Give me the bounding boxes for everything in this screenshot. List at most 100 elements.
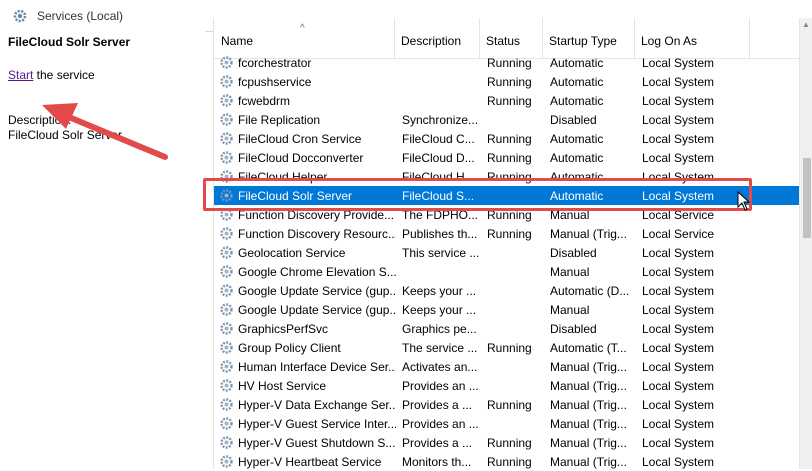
table-row[interactable]: FileCloud Docconverter FileCloud D... Runn… xyxy=(214,148,799,167)
service-name: Hyper-V Data Exchange Ser... xyxy=(238,398,396,412)
service-gear-icon xyxy=(220,360,233,373)
table-row[interactable]: Group Policy Client The service ... Runnin… xyxy=(214,338,799,357)
service-name: Google Chrome Elevation S... xyxy=(238,265,396,279)
service-status: Running xyxy=(487,151,532,165)
column-header-status[interactable]: Status xyxy=(479,18,543,58)
service-log-on-as: Local System xyxy=(642,398,715,412)
service-description: Provides a ... xyxy=(402,398,473,412)
service-startup-type: Automatic xyxy=(550,94,604,108)
service-name: fcpushservice xyxy=(238,75,312,89)
service-log-on-as: Local System xyxy=(642,265,715,279)
service-name: fcorchestrator xyxy=(238,56,312,70)
service-log-on-as: Local System xyxy=(642,436,715,450)
column-header-description[interactable]: Description xyxy=(394,18,480,58)
service-log-on-as: Local System xyxy=(642,360,715,374)
table-row[interactable]: Hyper-V Guest Shutdown S... Provides a ..… xyxy=(214,433,799,452)
service-log-on-as: Local System xyxy=(642,132,715,146)
table-row[interactable]: Google Update Service (gup... Keeps your … xyxy=(214,300,799,319)
service-startup-type: Automatic (T... xyxy=(550,341,627,355)
service-startup-type: Manual (Trig... xyxy=(550,360,627,374)
service-description: Keeps your ... xyxy=(402,303,477,317)
service-startup-type: Automatic xyxy=(550,151,604,165)
service-gear-icon xyxy=(220,398,233,411)
service-status: Running xyxy=(487,56,532,70)
service-gear-icon xyxy=(220,303,233,316)
start-service-link[interactable]: Start xyxy=(8,68,33,82)
service-gear-icon xyxy=(220,56,233,69)
service-log-on-as: Local System xyxy=(642,56,715,70)
service-gear-icon xyxy=(220,284,233,297)
column-name-label: Name xyxy=(221,34,254,48)
service-gear-icon xyxy=(220,436,233,449)
table-row[interactable]: GraphicsPerfSvc Graphics pe... Disabled Loc… xyxy=(214,319,799,338)
vertical-scrollbar[interactable]: ▲ xyxy=(799,18,812,469)
service-name: Google Update Service (gup... xyxy=(238,284,396,298)
services-list: ^ Name Description Status Startup Type L… xyxy=(213,18,812,469)
scroll-up-icon[interactable]: ▲ xyxy=(802,20,810,29)
service-description: Provides an ... xyxy=(402,379,479,393)
service-log-on-as: Local System xyxy=(642,113,715,127)
column-log-on-as-label: Log On As xyxy=(641,34,698,48)
table-row[interactable]: File Replication Synchronize... Disabled Lo… xyxy=(214,110,799,129)
service-description: FileCloud D... xyxy=(402,151,475,165)
column-description-label: Description xyxy=(401,34,462,48)
table-row[interactable]: Hyper-V Guest Service Inter... Provides a… xyxy=(214,414,799,433)
table-row[interactable]: fcwebdrm Running Automatic Local System xyxy=(214,91,799,110)
service-gear-icon xyxy=(220,132,233,145)
table-row[interactable]: Geolocation Service This service ... Disab… xyxy=(214,243,799,262)
service-log-on-as: Local System xyxy=(642,322,715,336)
table-row[interactable]: fcorchestrator Running Automatic Local Syst… xyxy=(214,53,799,72)
service-startup-type: Automatic xyxy=(550,56,604,70)
service-startup-type: Automatic xyxy=(550,75,604,89)
service-log-on-as: Local System xyxy=(642,341,715,355)
service-startup-type: Manual (Trig... xyxy=(550,455,627,469)
service-gear-icon xyxy=(220,113,233,126)
service-name: Geolocation Service xyxy=(238,246,346,260)
table-row[interactable]: Function Discovery Resourc... Publishes t… xyxy=(214,224,799,243)
service-startup-type: Manual (Trig... xyxy=(550,227,627,241)
service-startup-type: Disabled xyxy=(550,246,597,260)
service-name: Human Interface Device Ser... xyxy=(238,360,396,374)
service-gear-icon xyxy=(220,265,233,278)
service-description: This service ... xyxy=(402,246,480,260)
service-description: Publishes th... xyxy=(402,227,478,241)
service-status: Running xyxy=(487,436,532,450)
table-row[interactable]: Human Interface Device Ser... Activates a… xyxy=(214,357,799,376)
service-log-on-as: Local System xyxy=(642,151,715,165)
scrollbar-thumb[interactable] xyxy=(803,158,811,238)
service-status: Running xyxy=(487,75,532,89)
table-row[interactable]: HV Host Service Provides an ... Manual (Tr… xyxy=(214,376,799,395)
table-row[interactable]: Hyper-V Heartbeat Service Monitors th... R… xyxy=(214,452,799,471)
column-header-startup-type[interactable]: Startup Type xyxy=(542,18,635,58)
service-name: Function Discovery Resourc... xyxy=(238,227,396,241)
service-startup-type: Manual (Trig... xyxy=(550,417,627,431)
table-row[interactable]: Hyper-V Data Exchange Ser... Provides a .… xyxy=(214,395,799,414)
service-description: Provides an ... xyxy=(402,417,479,431)
table-row[interactable]: FileCloud Cron Service FileCloud C... Runn… xyxy=(214,129,799,148)
service-name: Hyper-V Heartbeat Service xyxy=(238,455,382,469)
service-name: FileCloud Docconverter xyxy=(238,151,364,165)
mouse-cursor-icon xyxy=(737,191,751,211)
service-log-on-as: Local System xyxy=(642,284,715,298)
table-row[interactable]: Google Update Service (gup... Keeps your … xyxy=(214,281,799,300)
window-title: Services (Local) xyxy=(37,9,124,23)
start-action-suffix: the service xyxy=(33,68,95,82)
service-gear-icon xyxy=(220,227,233,240)
service-description: Synchronize... xyxy=(402,113,479,127)
service-startup-type: Automatic (D... xyxy=(550,284,630,298)
service-description: FileCloud C... xyxy=(402,132,475,146)
service-description: Provides a ... xyxy=(402,436,473,450)
service-status: Running xyxy=(487,132,532,146)
service-gear-icon xyxy=(220,455,233,468)
service-log-on-as: Local Service xyxy=(642,227,715,241)
column-status-label: Status xyxy=(486,34,521,48)
service-log-on-as: Local System xyxy=(642,94,715,108)
table-row[interactable]: fcpushservice Running Automatic Local Syste… xyxy=(214,72,799,91)
column-header-name[interactable]: ^ Name xyxy=(214,18,395,58)
start-action-line: Start the service xyxy=(8,68,95,82)
service-log-on-as: Local System xyxy=(642,379,715,393)
table-row[interactable]: Google Chrome Elevation S... Manual Local … xyxy=(214,262,799,281)
service-startup-type: Manual (Trig... xyxy=(550,436,627,450)
gear-icon xyxy=(13,9,27,23)
column-header-log-on-as[interactable]: Log On As xyxy=(634,18,750,58)
